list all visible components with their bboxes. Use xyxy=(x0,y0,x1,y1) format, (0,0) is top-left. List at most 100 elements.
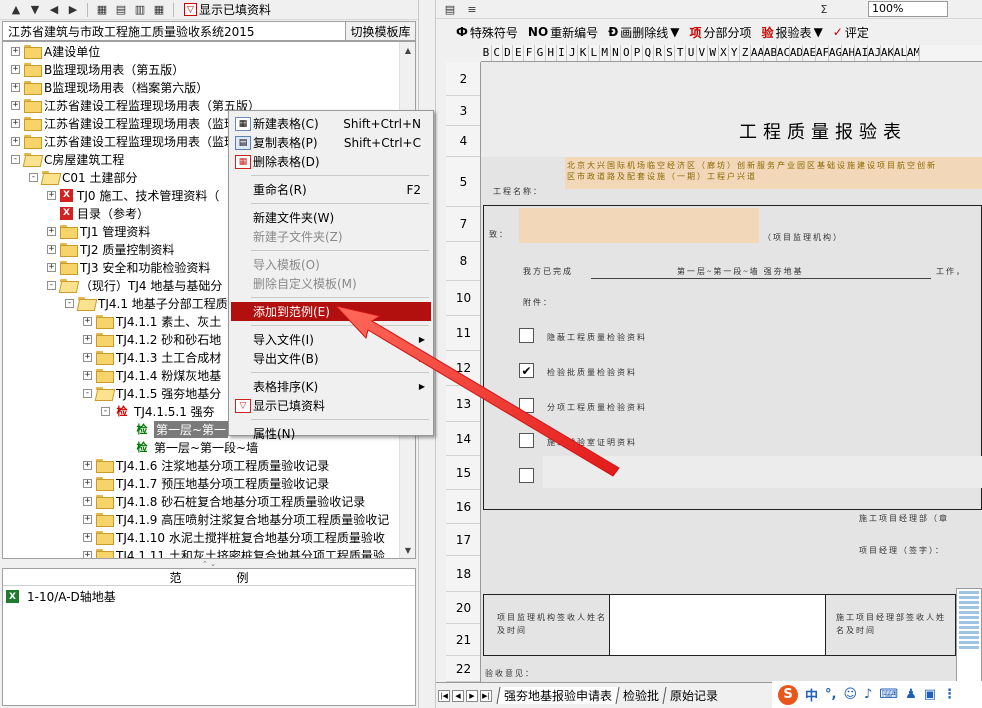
column-header[interactable]: U xyxy=(686,45,697,61)
expand-icon[interactable]: + xyxy=(83,478,92,488)
tree-node[interactable]: - TJ4.1.5 强夯地基分 xyxy=(83,384,221,402)
format-icon[interactable]: ▤ xyxy=(442,1,458,17)
row-header[interactable]: 20 xyxy=(446,592,480,624)
tree-node[interactable]: + B监理现场用表（档案第六版） xyxy=(11,78,208,96)
collapse-icon[interactable]: - xyxy=(11,154,20,164)
completed-value[interactable]: 第一层~第一段~墙 强夯地基 xyxy=(677,266,804,277)
strikethrough-button[interactable]: Ð 画删除线 ▼ xyxy=(608,24,679,41)
menu-item[interactable]: 重命名(R) F2 xyxy=(231,180,431,199)
collapse-icon[interactable]: - xyxy=(83,388,92,398)
tree-node[interactable]: - TJ4.1 地基子分部工程质 xyxy=(65,294,228,312)
menu-item[interactable]: 表格排序(K) ▶ xyxy=(231,377,431,396)
attachment-checkbox[interactable] xyxy=(519,398,534,413)
column-header[interactable]: F xyxy=(524,45,535,61)
column-header[interactable]: AJ xyxy=(868,45,881,61)
tree-node[interactable]: + X TJ0 施工、技术管理资料（ xyxy=(47,186,219,204)
column-header[interactable]: M xyxy=(600,45,611,61)
expand-icon[interactable]: + xyxy=(83,532,92,542)
tree-node[interactable]: - C01 土建部分 xyxy=(29,168,137,186)
menu-item[interactable]: 新建文件夹(W) xyxy=(231,208,431,227)
report-form-button[interactable]: 验报验表 ▼ xyxy=(762,24,823,41)
column-header[interactable]: H xyxy=(546,45,557,61)
sheet-tab-1[interactable]: 强夯地基报验申请表 xyxy=(496,687,619,704)
column-header[interactable]: O xyxy=(621,45,633,61)
tree-node[interactable]: + TJ4.1.7 预压地基分项工程质量验收记录 xyxy=(83,474,329,492)
row-header[interactable]: 17 xyxy=(446,524,480,556)
collapse-icon[interactable]: - xyxy=(47,280,56,290)
row-header[interactable]: 14 xyxy=(446,422,480,456)
attachment-checkbox[interactable] xyxy=(519,433,534,448)
tree-node[interactable]: + A建设单位 xyxy=(11,42,100,60)
last-sheet-icon[interactable]: ▶| xyxy=(480,689,492,702)
grid-icon[interactable]: ▥ xyxy=(132,2,148,18)
tree-node[interactable]: + TJ2 质量控制资料 xyxy=(47,240,174,258)
collapse-icon[interactable]: - xyxy=(101,406,110,416)
column-header[interactable]: AI xyxy=(855,45,868,61)
evaluate-button[interactable]: ✓ 评定 xyxy=(833,24,869,41)
tree-node[interactable]: + B监理现场用表（第五版） xyxy=(11,60,184,78)
expand-icon[interactable]: + xyxy=(47,262,56,272)
row-header[interactable]: 11 xyxy=(446,316,480,351)
column-header[interactable]: I xyxy=(557,45,568,61)
table-icon[interactable]: ▦ xyxy=(151,2,167,18)
row-header[interactable]: 18 xyxy=(446,556,480,592)
arrow-up-icon[interactable]: ▲ xyxy=(8,2,24,18)
tree-node[interactable]: + 江苏省建设工程监理现场用表（监理 xyxy=(11,132,236,150)
column-header[interactable]: AK xyxy=(881,45,894,61)
column-header[interactable]: S xyxy=(665,45,676,61)
receive-white-1[interactable] xyxy=(609,595,826,655)
column-header[interactable]: K xyxy=(578,45,589,61)
column-header[interactable]: AB xyxy=(764,45,777,61)
row-header[interactable]: 16 xyxy=(446,490,480,524)
row-header[interactable]: 22 xyxy=(446,656,480,682)
next-sheet-icon[interactable]: ▶ xyxy=(466,689,478,702)
tree-node[interactable]: + TJ4.1.4 粉煤灰地基 xyxy=(83,366,221,384)
switch-template-button[interactable]: 切换模板库 xyxy=(345,22,415,40)
column-header[interactable]: R xyxy=(654,45,665,61)
row-header[interactable]: 5 xyxy=(446,157,480,207)
tree-node[interactable]: + TJ4.1.8 砂石桩复合地基分项工程质量验收记录 xyxy=(83,492,365,510)
column-header[interactable]: X xyxy=(719,45,730,61)
column-header[interactable]: AH xyxy=(842,45,855,61)
tree-node[interactable]: + TJ4.1.11 土和灰土挤密桩复合地基分项工程质量验 xyxy=(83,546,385,558)
menu-item[interactable]: 新建子文件夹(Z) xyxy=(231,227,431,246)
folder-icon[interactable]: ▤ xyxy=(113,2,129,18)
expand-icon[interactable]: + xyxy=(11,118,20,128)
column-header[interactable]: Z xyxy=(740,45,751,61)
arrow-down-icon[interactable]: ▼ xyxy=(27,2,43,18)
column-header[interactable]: E xyxy=(513,45,525,61)
sogou-logo-icon[interactable]: S xyxy=(778,684,798,705)
tree-node[interactable]: + TJ4.1.2 砂和砂石地 xyxy=(83,330,221,348)
spreadsheet[interactable]: 工程质量报验表 工程名称： 北京大兴国际机场临空经济区（廊坊）创新服务产业园区基… xyxy=(481,62,982,682)
row-header[interactable]: 8 xyxy=(446,242,480,281)
align-icon[interactable]: ≡ xyxy=(464,1,480,17)
tree-node[interactable]: + 江苏省建设工程监理现场用表（监理 xyxy=(11,114,236,132)
column-header[interactable]: AE xyxy=(803,45,816,61)
row-header[interactable]: 21 xyxy=(446,624,480,656)
row-header[interactable]: 7 xyxy=(446,207,480,242)
column-header[interactable]: L xyxy=(589,45,600,61)
tree-node[interactable]: + TJ4.1.1 素土、灰土 xyxy=(83,312,221,330)
column-header[interactable]: Q xyxy=(643,45,654,61)
punctuation-icon[interactable]: °, xyxy=(825,687,836,702)
add-sheet-icon[interactable]: ▦ xyxy=(94,2,110,18)
blank-attachment-field[interactable] xyxy=(543,456,982,488)
user-icon[interactable]: ♟ xyxy=(905,687,917,702)
expand-icon[interactable]: + xyxy=(83,370,92,380)
tree-node[interactable]: + 江苏省建设工程监理现场用表（第五版） xyxy=(11,96,260,114)
column-header[interactable]: AM xyxy=(907,45,920,61)
dropdown-icon[interactable]: ▼ xyxy=(814,25,823,39)
example-item[interactable]: X 1-10/A-D轴地基 xyxy=(6,588,415,605)
collapse-icon[interactable]: - xyxy=(29,172,38,182)
tree-node[interactable]: + TJ4.1.6 注浆地基分项工程质量验收记录 xyxy=(83,456,329,474)
expand-icon[interactable]: + xyxy=(47,244,56,254)
row-header[interactable]: 3 xyxy=(446,96,480,126)
column-header[interactable]: Y xyxy=(729,45,741,61)
expand-icon[interactable]: + xyxy=(83,316,92,326)
column-header[interactable]: P xyxy=(632,45,643,61)
expand-icon[interactable]: + xyxy=(83,514,92,524)
zoom-select[interactable]: 100% xyxy=(868,1,948,17)
keyboard-icon[interactable]: ⌨ xyxy=(879,687,898,702)
first-sheet-icon[interactable]: |◀ xyxy=(438,689,450,702)
column-header[interactable]: AG xyxy=(829,45,842,61)
